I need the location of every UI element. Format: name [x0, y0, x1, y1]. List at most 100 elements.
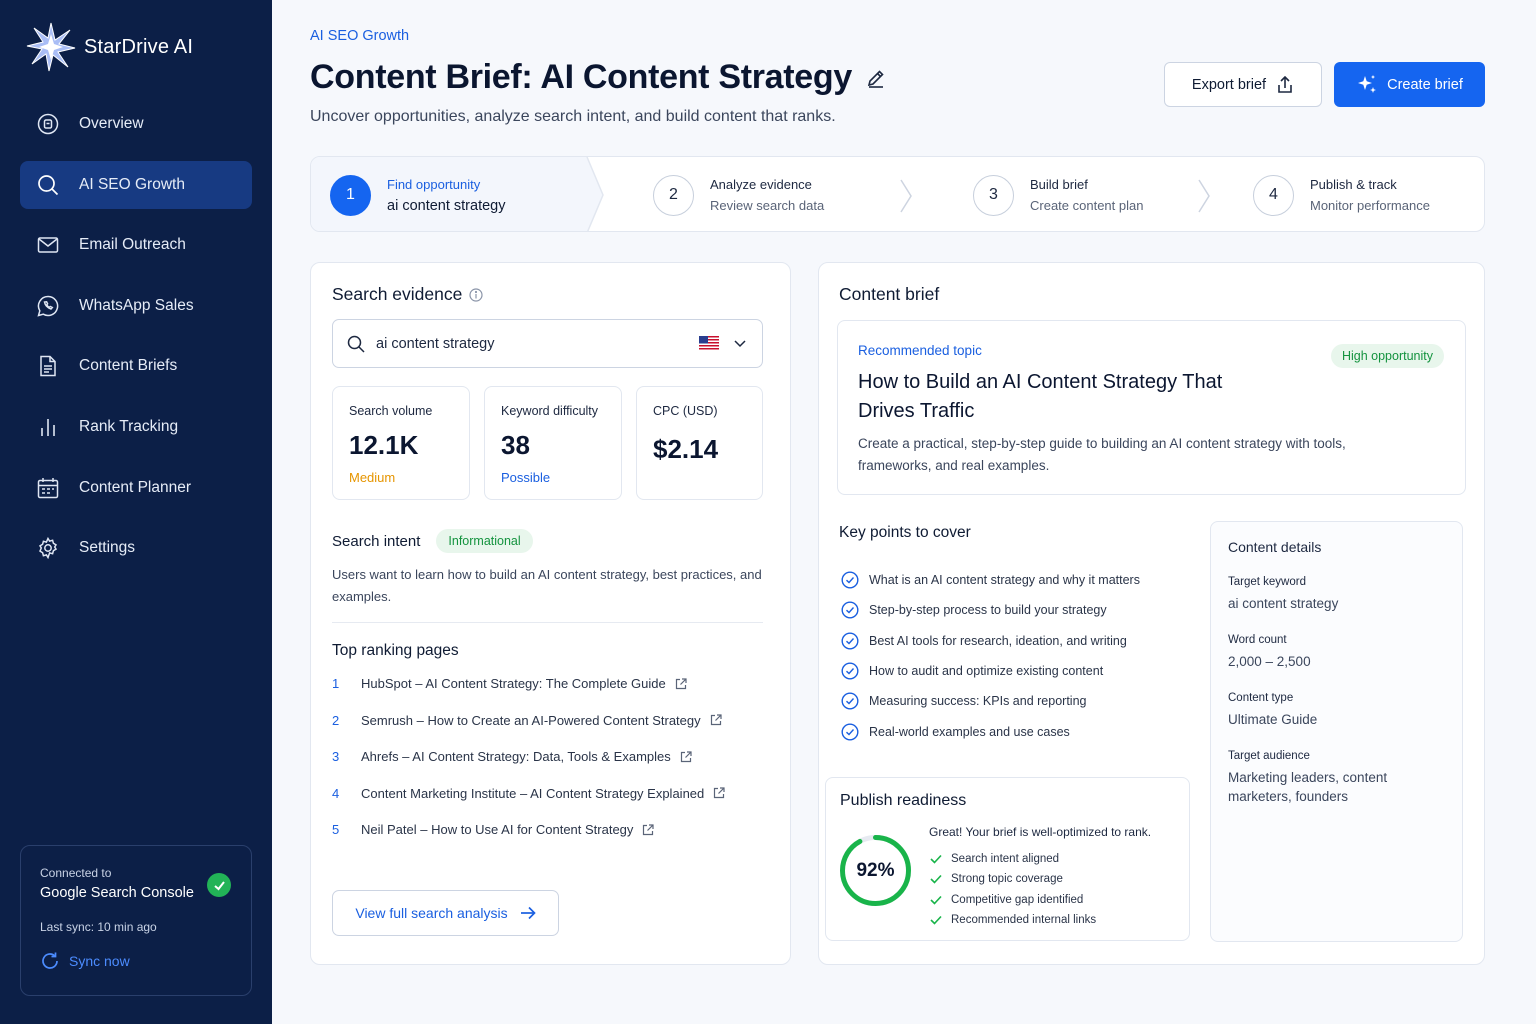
- external-link-icon[interactable]: [710, 714, 722, 726]
- detail-label: Word count: [1228, 634, 1287, 646]
- star-logo-icon: [26, 22, 76, 72]
- keyword-search-input[interactable]: ai content strategy: [332, 319, 763, 368]
- gear-icon: [38, 537, 58, 560]
- sidebar-nav: Overview AI SEO Growth Email Outreach Wh…: [20, 100, 252, 585]
- view-full-analysis-label: View full search analysis: [355, 905, 508, 921]
- document-icon: [40, 356, 56, 377]
- export-brief-label: Export brief: [1191, 76, 1267, 93]
- check-circle-icon: [841, 662, 859, 680]
- sidebar-item-label: Email Outreach: [79, 236, 186, 254]
- create-brief-button[interactable]: Create brief: [1334, 62, 1485, 107]
- detail-word-count: Word count 2,000 – 2,500: [1228, 634, 1445, 671]
- readiness-checklist: Search intent aligned Strong topic cover…: [930, 849, 1096, 930]
- ranking-page-item[interactable]: 4 Content Marketing Institute – AI Conte…: [332, 786, 772, 823]
- calendar-icon: [37, 477, 59, 498]
- breadcrumb[interactable]: AI SEO Growth: [310, 28, 409, 44]
- sidebar-item-settings[interactable]: Settings: [20, 524, 252, 572]
- key-point-item: Step-by-step process to build your strat…: [841, 595, 1191, 625]
- rank-page-title: HubSpot – AI Content Strategy: The Compl…: [361, 676, 666, 691]
- sidebar-item-content-planner[interactable]: Content Planner: [20, 464, 252, 512]
- detail-target-keyword: Target keyword ai content strategy: [1228, 576, 1445, 613]
- key-point-text: Measuring success: KPIs and reporting: [869, 694, 1087, 709]
- step-publish-track[interactable]: 4 Publish & track Monitor performance: [1253, 157, 1430, 231]
- external-link-icon[interactable]: [713, 787, 725, 799]
- recommended-topic-description: Create a practical, step-by-step guide t…: [858, 436, 1346, 473]
- app-logo[interactable]: StarDrive AI: [26, 22, 193, 72]
- metric-value: 12.1K: [349, 430, 419, 460]
- step-number: 2: [653, 174, 694, 216]
- view-full-analysis-button[interactable]: View full search analysis: [332, 890, 559, 936]
- sidebar-item-email-outreach[interactable]: Email Outreach: [20, 221, 252, 269]
- step-analyze-evidence[interactable]: 2 Analyze evidence Review search data: [653, 157, 824, 231]
- step-build-brief[interactable]: 3 Build brief Create content plan: [973, 157, 1144, 231]
- connection-label: Connected to: [40, 866, 112, 880]
- readiness-item-text: Search intent aligned: [951, 853, 1060, 866]
- metric-tag: Possible: [501, 470, 551, 485]
- connection-card: Connected to Google Search Console Last …: [20, 845, 252, 996]
- readiness-item: Competitive gap identified: [930, 890, 1096, 910]
- divider: [332, 622, 763, 623]
- sidebar-item-rank-tracking[interactable]: Rank Tracking: [20, 403, 252, 451]
- ranking-page-item[interactable]: 1 HubSpot – AI Content Strategy: The Com…: [332, 676, 772, 713]
- step-title: Build brief: [1030, 177, 1088, 192]
- rank-page-title: Content Marketing Institute – AI Content…: [361, 785, 705, 801]
- publish-readiness-card: Publish readiness 92% Great! Your brief …: [825, 777, 1190, 941]
- external-link-icon[interactable]: [675, 677, 687, 690]
- external-link-icon[interactable]: [680, 751, 692, 763]
- sidebar-item-label: WhatsApp Sales: [79, 296, 194, 314]
- key-point-text: Step-by-step process to build your strat…: [869, 603, 1107, 618]
- step-subtitle: ai content strategy: [387, 197, 506, 214]
- step-find-opportunity[interactable]: 1 Find opportunity ai content strategy: [330, 157, 506, 231]
- metric-label: CPC (USD): [653, 404, 718, 418]
- step-number: 3: [973, 174, 1014, 216]
- refresh-icon: [42, 952, 58, 969]
- search-intent-description: Users want to learn how to build an AI c…: [332, 567, 762, 604]
- step-subtitle: Create content plan: [1030, 198, 1144, 213]
- search-intent-row: Search intent Informational: [332, 529, 533, 553]
- edit-pencil-icon[interactable]: [866, 68, 886, 88]
- key-point-item: Measuring success: KPIs and reporting: [841, 686, 1191, 716]
- export-brief-button[interactable]: Export brief: [1164, 62, 1322, 107]
- intent-badge: Informational: [436, 529, 533, 553]
- key-point-text: Best AI tools for research, ideation, an…: [869, 633, 1127, 648]
- rank-number: 1: [332, 676, 340, 691]
- ranking-page-item[interactable]: 3 Ahrefs – AI Content Strategy: Data, To…: [332, 749, 772, 786]
- rank-number: 4: [332, 785, 340, 801]
- step-number: 1: [330, 174, 371, 216]
- content-details-panel: Content details Target keyword ai conten…: [1210, 521, 1463, 942]
- detail-value: Ultimate Guide: [1228, 712, 1318, 727]
- check-icon: [930, 875, 942, 885]
- external-link-icon[interactable]: [642, 824, 655, 836]
- opportunity-badge: High opportunity: [1330, 344, 1444, 368]
- arrow-right-icon: [520, 906, 536, 920]
- content-brief-card: Content brief Recommended topic High opp…: [818, 262, 1485, 965]
- check-circle-icon: [841, 692, 859, 710]
- sidebar-item-label: Overview: [79, 115, 144, 132]
- sidebar-item-ai-seo-growth[interactable]: AI SEO Growth: [20, 160, 252, 209]
- detail-content-type: Content type Ultimate Guide: [1228, 692, 1445, 729]
- sidebar-item-whatsapp-sales[interactable]: WhatsApp Sales: [20, 282, 252, 330]
- sync-now-button[interactable]: Sync now: [40, 951, 232, 971]
- ranking-page-item[interactable]: 2 Semrush – How to Create an AI-Powered …: [332, 713, 772, 750]
- step-number: 4: [1253, 174, 1294, 216]
- content-details-title: Content details: [1228, 539, 1322, 555]
- ranking-page-item[interactable]: 5 Neil Patel – How to Use AI for Content…: [332, 822, 772, 859]
- key-point-text: How to audit and optimize existing conte…: [869, 664, 1104, 679]
- mail-icon: [37, 237, 59, 253]
- rank-page-title: Semrush – How to Create an AI-Powered Co…: [361, 712, 701, 728]
- us-flag-icon[interactable]: [699, 336, 719, 351]
- metric-value: 38: [501, 430, 530, 460]
- key-point-text: Real-world examples and use cases: [869, 724, 1070, 739]
- search-query-value: ai content strategy: [376, 335, 495, 352]
- readiness-item: Strong topic coverage: [930, 869, 1096, 889]
- metric-keyword-difficulty: Keyword difficulty 38 Possible: [484, 386, 622, 500]
- info-icon[interactable]: [469, 287, 483, 302]
- top-ranking-title: Top ranking pages: [332, 642, 459, 659]
- sidebar-item-content-briefs[interactable]: Content Briefs: [20, 342, 252, 390]
- page-title-row: Content Brief: AI Content Strategy: [310, 58, 886, 97]
- sidebar-item-overview[interactable]: Overview: [20, 100, 252, 148]
- connected-check-icon: [207, 873, 231, 897]
- sparkle-icon: [1358, 74, 1377, 93]
- chevron-down-icon[interactable]: [734, 339, 746, 348]
- detail-value: ai content strategy: [1228, 596, 1339, 611]
